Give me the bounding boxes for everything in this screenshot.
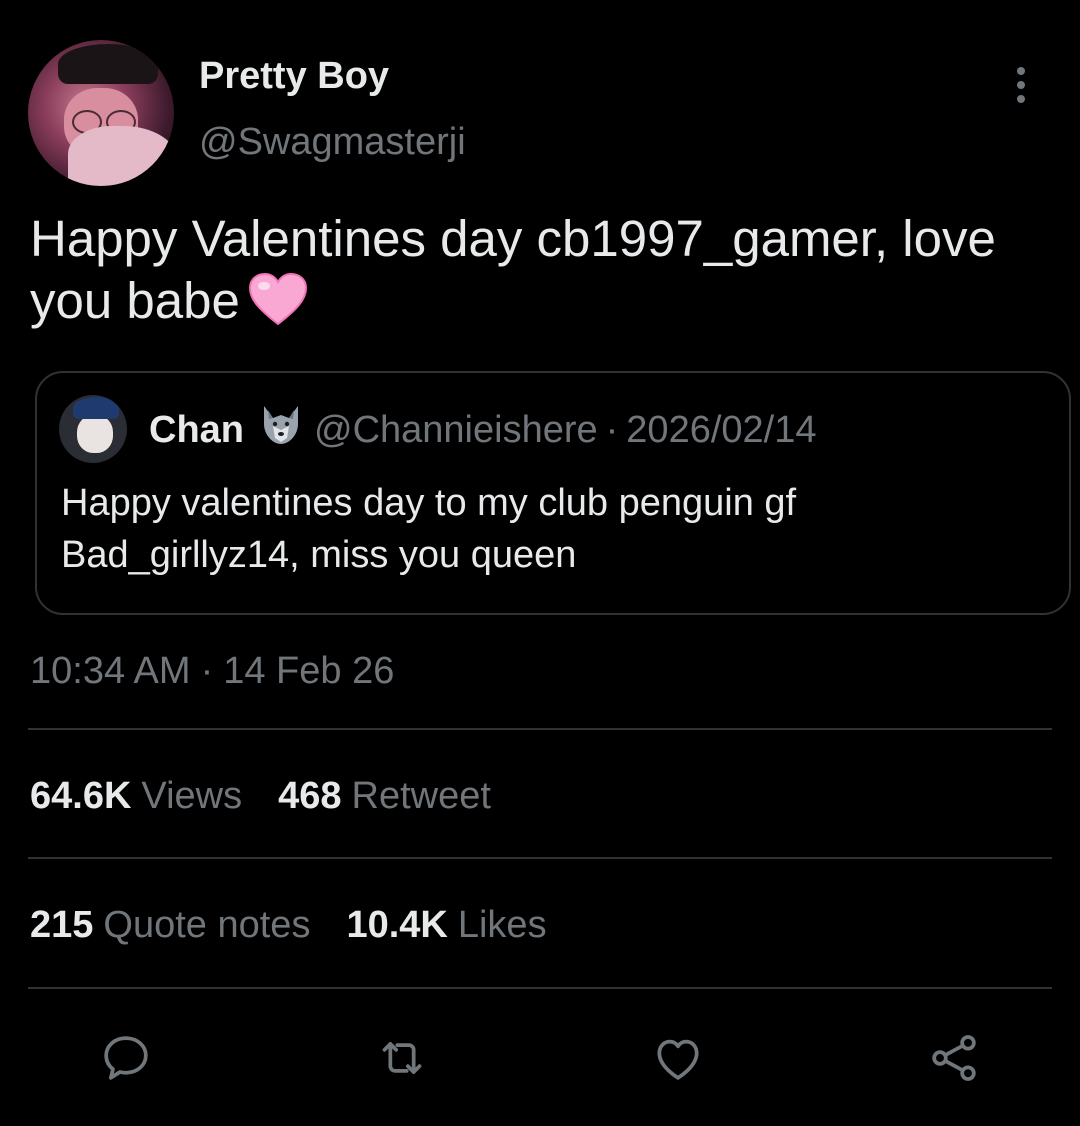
like-button[interactable] (648, 1028, 708, 1088)
divider (28, 857, 1052, 859)
author-handle[interactable]: @Swagmasterji (199, 119, 466, 165)
avatar-hand (68, 126, 174, 186)
more-dot-icon (1017, 81, 1025, 89)
tweet-detail: Pretty Boy @Swagmasterji Happy Valentine… (0, 0, 1080, 1126)
retweet-icon (374, 1030, 430, 1086)
retweet-button[interactable] (372, 1028, 432, 1088)
tweet-body: Happy Valentines day cb1997_gamer, love … (30, 208, 1075, 340)
likes-count: 10.4K (346, 903, 448, 946)
quotes-count: 215 (30, 903, 94, 946)
tweet-time: 10:34 AM (30, 650, 191, 692)
stats-row-primary: 64.6K Views 468 Retweet (30, 772, 527, 820)
like-icon (650, 1030, 706, 1086)
quoted-text: Happy valentines day to my club penguin … (61, 482, 797, 576)
reply-icon (98, 1030, 154, 1086)
tweet-timestamp: 10:34 AM · 14 Feb 26 (30, 648, 394, 694)
quoted-handle[interactable]: @Channieishere (314, 409, 598, 452)
reply-button[interactable] (96, 1028, 156, 1088)
divider (28, 987, 1052, 989)
likes-stat[interactable]: 10.4K Likes (346, 904, 546, 947)
avatar-cap (58, 44, 158, 84)
quotes-label: Quote notes (103, 903, 311, 946)
quoted-header: Chan @Channieishere · 2026/02/14 (149, 403, 816, 457)
quoted-display-name[interactable]: Chan (149, 409, 244, 452)
more-dot-icon (1017, 95, 1025, 103)
retweets-label: Retweet (351, 774, 491, 817)
views-stat[interactable]: 64.6K Views (30, 775, 242, 818)
author-avatar[interactable] (28, 40, 174, 186)
quotes-stat[interactable]: 215 Quote notes (30, 904, 310, 947)
retweets-stat[interactable]: 468 Retweet (278, 775, 491, 818)
more-options-button[interactable] (1000, 62, 1042, 108)
quoted-date: 2026/02/14 (626, 408, 817, 451)
quoted-avatar-cap (73, 397, 119, 419)
divider (28, 728, 1052, 730)
share-icon (926, 1030, 982, 1086)
views-label: Views (141, 774, 243, 817)
tweet-date: 14 Feb 26 (223, 650, 395, 692)
wolf-icon (258, 404, 304, 456)
more-dot-icon (1017, 67, 1025, 75)
quoted-separator: · (605, 408, 619, 451)
tweet-text: Happy Valentines day cb1997_gamer, love … (30, 210, 996, 329)
quoted-author-avatar[interactable] (59, 395, 127, 463)
author-display-name[interactable]: Pretty Boy (199, 53, 389, 99)
quoted-avatar-face (77, 415, 113, 453)
timestamp-separator: · (200, 650, 214, 692)
share-button[interactable] (924, 1028, 984, 1088)
likes-label: Likes (457, 903, 547, 946)
views-count: 64.6K (30, 774, 132, 817)
pink-heart-icon (248, 272, 308, 340)
quoted-tweet[interactable]: Chan @Channieishere · 2026/02/14 Happy v… (35, 371, 1071, 615)
stats-row-secondary: 215 Quote notes 10.4K Likes (30, 901, 583, 949)
retweets-count: 468 (278, 774, 342, 817)
